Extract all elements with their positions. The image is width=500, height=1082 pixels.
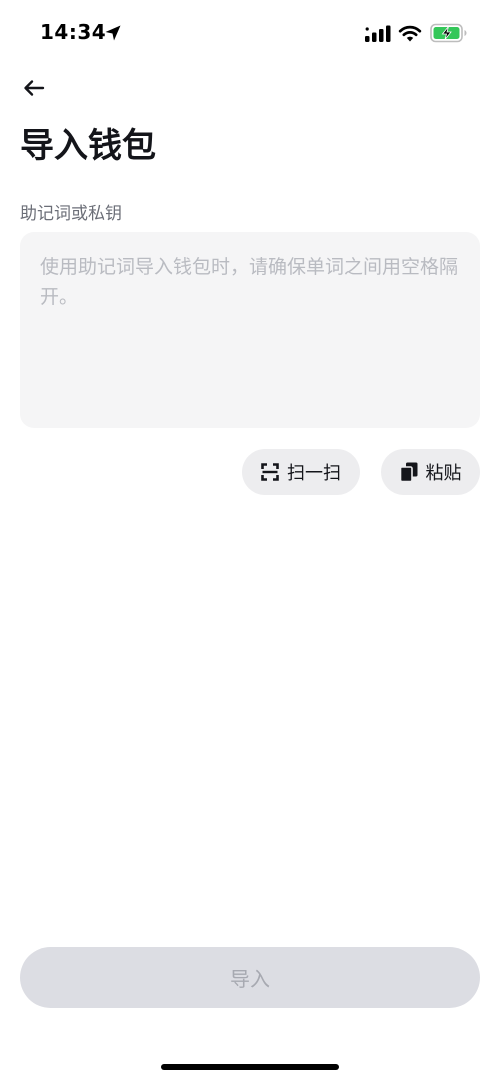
arrow-left-icon (24, 80, 45, 96)
seed-phrase-input[interactable] (20, 232, 480, 428)
location-arrow-icon (105, 25, 121, 41)
status-time: 14:34 (40, 20, 107, 44)
import-button[interactable]: 导入 (20, 947, 480, 1008)
paste-button-label: 粘贴 (425, 463, 462, 484)
paste-icon (399, 462, 417, 482)
field-label: 助记词或私钥 (20, 204, 122, 224)
battery-charging-icon (430, 23, 467, 43)
cellular-signal-icon (365, 25, 391, 42)
scan-icon (261, 463, 279, 481)
back-button[interactable] (18, 74, 50, 102)
scan-button-label: 扫一扫 (287, 463, 341, 484)
page-title: 导入钱包 (20, 126, 156, 166)
scan-button[interactable]: 扫一扫 (242, 449, 360, 495)
home-indicator (161, 1064, 339, 1070)
status-bar: 14:34 (0, 0, 500, 66)
paste-button[interactable]: 粘贴 (381, 449, 480, 495)
wifi-icon (398, 25, 422, 42)
